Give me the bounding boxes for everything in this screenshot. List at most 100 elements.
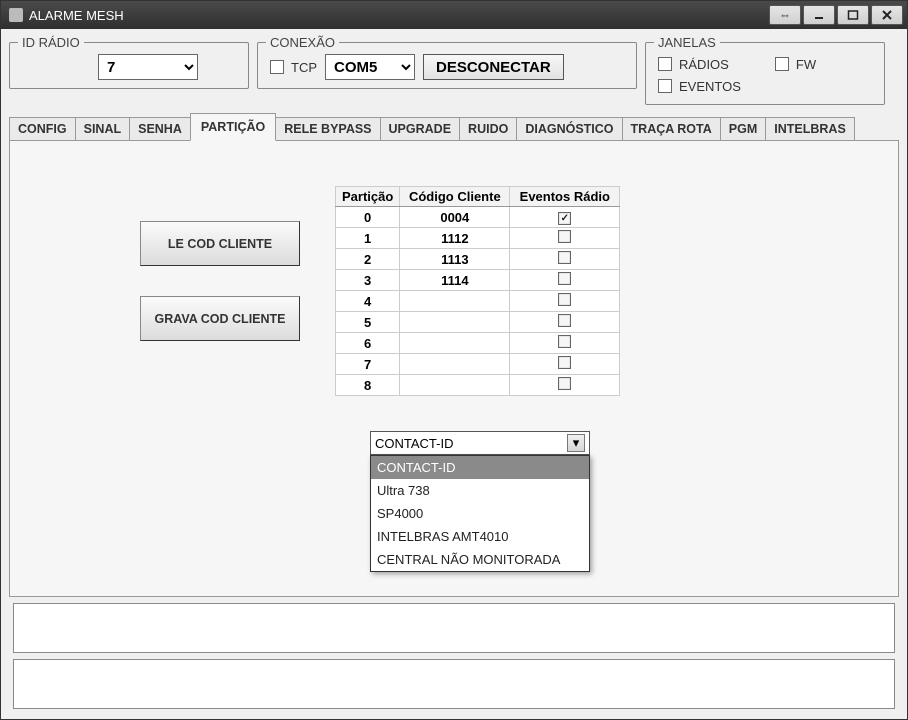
- minimize-button[interactable]: [803, 5, 835, 25]
- protocol-combo[interactable]: CONTACT-ID ▾: [370, 431, 590, 455]
- tab-sinal[interactable]: SINAL: [75, 117, 131, 140]
- cell-eventos[interactable]: [510, 333, 620, 354]
- cell-particao: 4: [336, 291, 400, 312]
- app-icon: [9, 8, 23, 22]
- group-conexao: CONEXÃO TCP COM5 DESCONECTAR: [257, 35, 637, 89]
- eventos-checkbox[interactable]: [558, 251, 571, 264]
- cell-particao: 1: [336, 228, 400, 249]
- janelas-fw-checkbox[interactable]: FW: [771, 54, 816, 74]
- cell-codigo[interactable]: 1112: [400, 228, 510, 249]
- eventos-checkbox[interactable]: [558, 335, 571, 348]
- cell-codigo[interactable]: [400, 375, 510, 396]
- janelas-eventos-checkbox[interactable]: EVENTOS: [654, 76, 741, 96]
- cell-particao: 7: [336, 354, 400, 375]
- cell-eventos[interactable]: [510, 228, 620, 249]
- janelas-radios-checkbox[interactable]: RÁDIOS: [654, 54, 741, 74]
- tab-upgrade[interactable]: UPGRADE: [380, 117, 461, 140]
- tab-pgm[interactable]: PGM: [720, 117, 766, 140]
- table-row: 7: [336, 354, 620, 375]
- col-header-eventos: Eventos Rádio: [510, 187, 620, 207]
- tab-senha[interactable]: SENHA: [129, 117, 191, 140]
- cell-codigo[interactable]: [400, 312, 510, 333]
- cell-codigo[interactable]: 1113: [400, 249, 510, 270]
- col-header-codigo: Código Cliente: [400, 187, 510, 207]
- cell-codigo[interactable]: [400, 354, 510, 375]
- protocol-combo-wrap: CONTACT-ID ▾ CONTACT-IDUltra 738SP4000IN…: [370, 431, 590, 572]
- close-button[interactable]: [871, 5, 903, 25]
- table-row: 21113: [336, 249, 620, 270]
- cell-eventos[interactable]: [510, 312, 620, 333]
- app-window: ALARME MESH ⇔ ID RÁDIO 7 CONEXÃO: [0, 0, 908, 720]
- eventos-checkbox[interactable]: [558, 212, 571, 225]
- log-panels: [9, 597, 899, 713]
- eventos-checkbox[interactable]: [558, 314, 571, 327]
- tab-config[interactable]: CONFIG: [9, 117, 76, 140]
- cell-eventos[interactable]: [510, 291, 620, 312]
- cell-particao: 8: [336, 375, 400, 396]
- client-area: ID RÁDIO 7 CONEXÃO TCP COM5 DESCONECTAR: [1, 29, 907, 719]
- tab-page-particao: LE COD CLIENTE GRAVA COD CLIENTE Partiçã…: [9, 141, 899, 597]
- cell-eventos[interactable]: [510, 375, 620, 396]
- tcp-checkbox[interactable]: TCP: [266, 57, 317, 77]
- col-header-particao: Partição: [336, 187, 400, 207]
- titlebar: ALARME MESH ⇔: [1, 1, 907, 29]
- protocol-dropdown-list: CONTACT-IDUltra 738SP4000INTELBRAS AMT40…: [370, 455, 590, 572]
- eventos-checkbox[interactable]: [558, 272, 571, 285]
- resize-arrows-button[interactable]: ⇔: [769, 5, 801, 25]
- table-row: 11112: [336, 228, 620, 249]
- write-client-code-button[interactable]: GRAVA COD CLIENTE: [140, 296, 300, 341]
- protocol-option[interactable]: CONTACT-ID: [371, 456, 589, 479]
- tcp-checkbox-input[interactable]: [270, 60, 284, 74]
- tab-ruido[interactable]: RUIDO: [459, 117, 517, 140]
- cell-codigo[interactable]: [400, 291, 510, 312]
- cell-eventos[interactable]: [510, 354, 620, 375]
- eventos-checkbox[interactable]: [558, 230, 571, 243]
- maximize-button[interactable]: [837, 5, 869, 25]
- window-title: ALARME MESH: [29, 8, 767, 23]
- cell-particao: 5: [336, 312, 400, 333]
- cell-codigo[interactable]: [400, 333, 510, 354]
- table-row: 4: [336, 291, 620, 312]
- table-row: 00004: [336, 207, 620, 228]
- table-row: 5: [336, 312, 620, 333]
- cell-eventos[interactable]: [510, 249, 620, 270]
- cell-particao: 2: [336, 249, 400, 270]
- group-id-radio: ID RÁDIO 7: [9, 35, 249, 89]
- cell-particao: 6: [336, 333, 400, 354]
- table-row: 8: [336, 375, 620, 396]
- cell-codigo[interactable]: 1114: [400, 270, 510, 291]
- cell-codigo[interactable]: 0004: [400, 207, 510, 228]
- eventos-checkbox[interactable]: [558, 356, 571, 369]
- protocol-option[interactable]: INTELBRAS AMT4010: [371, 525, 589, 548]
- cell-eventos[interactable]: [510, 270, 620, 291]
- tab-tra-a-rota[interactable]: TRAÇA ROTA: [622, 117, 721, 140]
- group-id-radio-legend: ID RÁDIO: [18, 35, 84, 50]
- tab-parti-o[interactable]: PARTIÇÃO: [190, 113, 276, 141]
- table-row: 6: [336, 333, 620, 354]
- tab-intelbras[interactable]: INTELBRAS: [765, 117, 855, 140]
- tab-diagn-stico[interactable]: DIAGNÓSTICO: [516, 117, 622, 140]
- table-row: 31114: [336, 270, 620, 291]
- disconnect-button[interactable]: DESCONECTAR: [423, 54, 564, 80]
- cell-eventos[interactable]: [510, 207, 620, 228]
- log-box-1[interactable]: [13, 603, 895, 653]
- cell-particao: 0: [336, 207, 400, 228]
- tcp-label: TCP: [291, 60, 317, 75]
- port-combo[interactable]: COM5: [325, 54, 415, 80]
- tab-rele-bypass[interactable]: RELE BYPASS: [275, 117, 380, 140]
- id-radio-combo[interactable]: 7: [98, 54, 198, 80]
- log-box-2[interactable]: [13, 659, 895, 709]
- chevron-down-icon: ▾: [567, 434, 585, 452]
- group-conexao-legend: CONEXÃO: [266, 35, 339, 50]
- protocol-option[interactable]: CENTRAL NÃO MONITORADA: [371, 548, 589, 571]
- group-janelas: JANELAS RÁDIOS EVENTOS: [645, 35, 885, 105]
- read-client-code-button[interactable]: LE COD CLIENTE: [140, 221, 300, 266]
- cell-particao: 3: [336, 270, 400, 291]
- eventos-checkbox[interactable]: [558, 377, 571, 390]
- protocol-option[interactable]: SP4000: [371, 502, 589, 525]
- group-janelas-legend: JANELAS: [654, 35, 720, 50]
- protocol-option[interactable]: Ultra 738: [371, 479, 589, 502]
- tab-bar: CONFIGSINALSENHAPARTIÇÃORELE BYPASSUPGRA…: [9, 113, 899, 141]
- protocol-selected: CONTACT-ID: [375, 436, 453, 451]
- eventos-checkbox[interactable]: [558, 293, 571, 306]
